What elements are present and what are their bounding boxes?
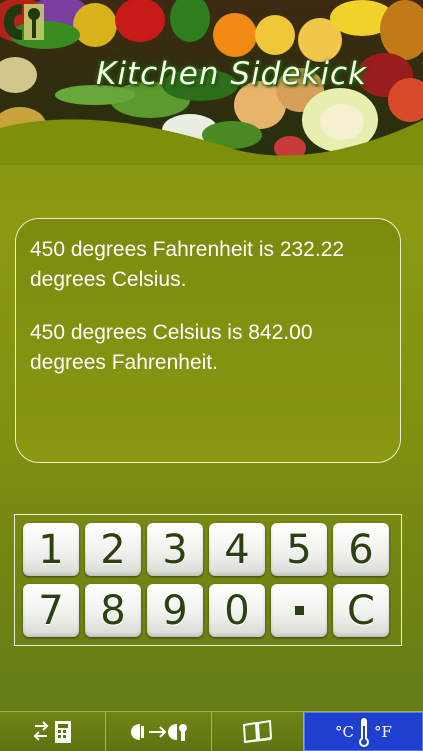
header-banner: Kitchen Sidekick <box>0 0 423 165</box>
thermometer-icon <box>359 717 370 747</box>
key-2[interactable]: 2 <box>85 523 141 576</box>
decimal-dot-icon <box>294 606 304 615</box>
key-clear[interactable]: C <box>333 584 389 637</box>
key-decimal-point[interactable] <box>271 584 327 637</box>
key-6[interactable]: 6 <box>333 523 389 576</box>
bottom-tab-bar: °C °F <box>0 711 423 751</box>
key-9[interactable]: 9 <box>147 584 203 637</box>
key-8[interactable]: 8 <box>85 584 141 637</box>
celsius-label: °C <box>335 722 355 741</box>
calculator-swap-icon <box>33 720 71 743</box>
tab-unit-conversion[interactable] <box>106 712 212 751</box>
key-0[interactable]: 0 <box>209 584 265 637</box>
tab-temperature[interactable]: °C °F <box>304 712 423 751</box>
tab-calculator[interactable] <box>0 712 106 751</box>
key-5[interactable]: 5 <box>271 523 327 576</box>
units-convert-icon <box>130 723 187 741</box>
celsius-to-fahrenheit-result: 450 degrees Celsius is 842.00 degrees Fa… <box>30 321 313 374</box>
app-logo-icon <box>4 4 44 40</box>
key-7[interactable]: 7 <box>23 584 79 637</box>
key-3[interactable]: 3 <box>147 523 203 576</box>
conversion-result-panel: 450 degrees Fahrenheit is 232.22 degrees… <box>15 218 401 463</box>
fahrenheit-to-celsius-result: 450 degrees Fahrenheit is 232.22 degrees… <box>30 238 345 291</box>
key-4[interactable]: 4 <box>209 523 265 576</box>
numeric-keypad: 1 2 3 4 5 6 7 8 9 0 C <box>14 514 402 646</box>
key-1[interactable]: 1 <box>23 523 79 576</box>
fahrenheit-label: °F <box>374 722 392 741</box>
tab-recipes[interactable] <box>212 712 304 751</box>
book-icon <box>242 719 272 743</box>
app-title: Kitchen Sidekick <box>96 56 367 92</box>
